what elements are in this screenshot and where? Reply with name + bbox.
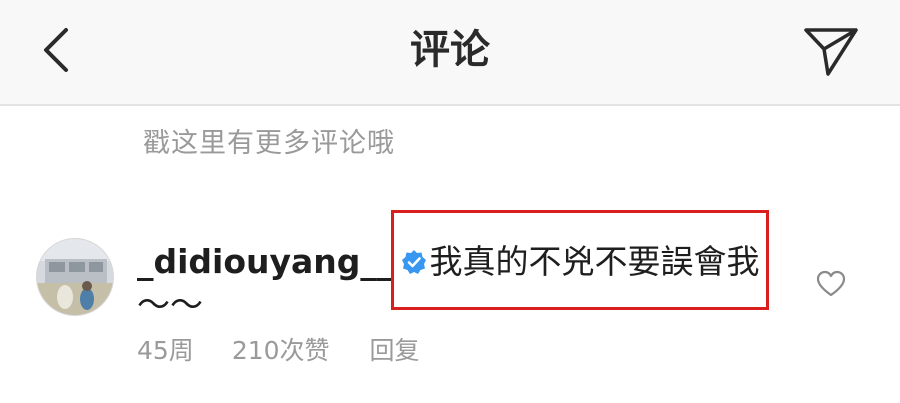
- heart-outline-icon: [816, 270, 846, 297]
- comment-like-count[interactable]: 210次赞: [232, 333, 330, 369]
- back-button[interactable]: [34, 24, 82, 76]
- comment-username[interactable]: _didiouyang__: [137, 242, 393, 281]
- more-comments-hint[interactable]: 戳这里有更多评论哦: [143, 124, 395, 164]
- paper-plane-icon: [804, 28, 858, 76]
- reply-button[interactable]: 回复: [370, 333, 420, 369]
- comments-screen: 评论 戳这里有更多评论哦 _didiouyang__ 我真的不兇不要誤會我 ～～…: [0, 0, 900, 403]
- like-button[interactable]: [816, 270, 846, 298]
- chevron-left-icon: [44, 28, 68, 72]
- top-bar: 评论: [0, 0, 900, 106]
- share-button[interactable]: [800, 22, 862, 80]
- page-title: 评论: [410, 27, 490, 73]
- highlight-annotation-box: [391, 210, 769, 310]
- avatar[interactable]: [36, 238, 114, 316]
- comment-age: 45周: [137, 336, 194, 365]
- comment-meta: 45周 210次赞 回复: [137, 333, 420, 369]
- avatar-photo: [37, 239, 113, 315]
